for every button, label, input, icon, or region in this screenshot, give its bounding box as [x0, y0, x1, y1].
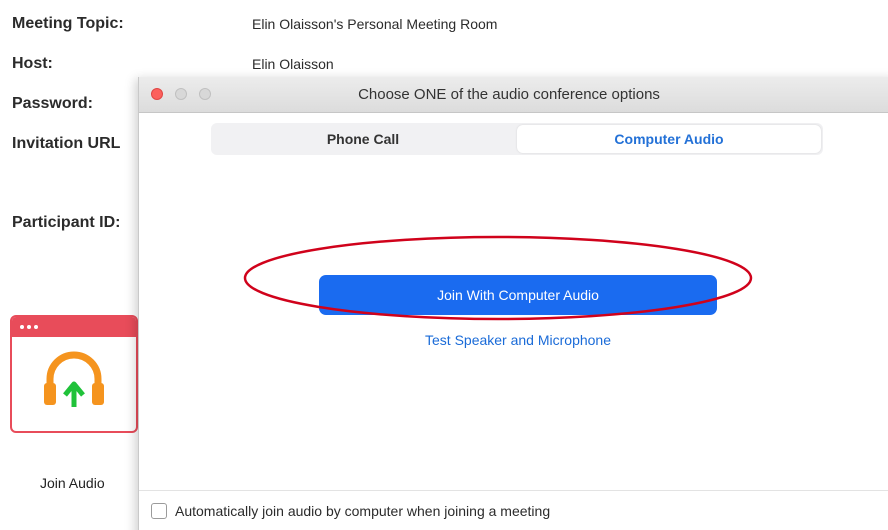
- tile-window-bar: [12, 317, 136, 337]
- audio-options-dialog: Choose ONE of the audio conference optio…: [138, 77, 888, 530]
- test-speaker-microphone-link[interactable]: Test Speaker and Microphone: [319, 332, 717, 348]
- dialog-title: Choose ONE of the audio conference optio…: [358, 86, 660, 103]
- dialog-titlebar: Choose ONE of the audio conference optio…: [139, 77, 888, 113]
- join-audio-tile[interactable]: [10, 315, 138, 433]
- password-label: Password:: [12, 95, 93, 112]
- auto-join-label: Automatically join audio by computer whe…: [175, 503, 551, 519]
- tab-computer-audio[interactable]: Computer Audio: [517, 125, 821, 153]
- tab-phone-call[interactable]: Phone Call: [211, 123, 515, 155]
- join-computer-audio-button[interactable]: Join With Computer Audio: [319, 275, 717, 315]
- host-value: Elin Olaisson: [252, 56, 334, 72]
- host-label: Host:: [12, 55, 53, 72]
- meeting-topic-label: Meeting Topic:: [12, 15, 124, 32]
- bottom-divider: [139, 490, 888, 491]
- audio-tabs: Phone Call Computer Audio: [211, 123, 823, 155]
- headphones-icon: [44, 351, 104, 407]
- auto-join-row[interactable]: Automatically join audio by computer whe…: [151, 503, 550, 519]
- zoom-meeting-screen: Meeting Topic: Elin Olaisson's Personal …: [0, 0, 888, 530]
- join-audio-caption: Join Audio: [40, 475, 105, 491]
- arrow-up-icon: [63, 381, 85, 407]
- auto-join-checkbox[interactable]: [151, 503, 167, 519]
- meeting-topic-value: Elin Olaisson's Personal Meeting Room: [252, 16, 498, 32]
- participant-id-label: Participant ID:: [12, 214, 121, 231]
- invitation-url-label: Invitation URL: [12, 135, 121, 152]
